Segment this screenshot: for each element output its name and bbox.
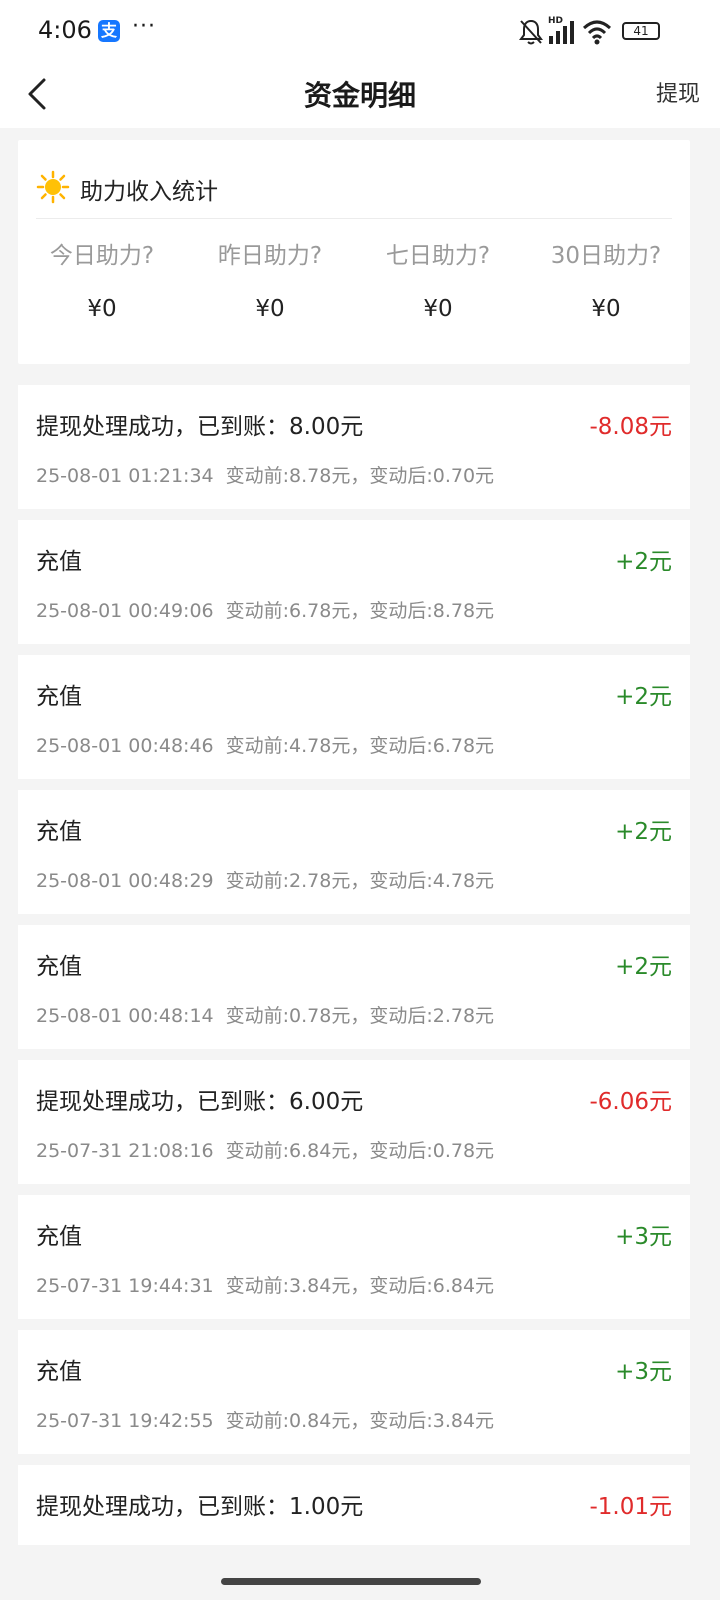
page-title: 资金明细	[303, 79, 416, 112]
transaction-time: 25-08-01 01:21:34	[36, 465, 214, 487]
battery-level: 41	[633, 24, 649, 38]
transaction-amount: -1.01元	[589, 1494, 672, 1520]
transaction-meta: 25-08-01 00:48:46 变动前:4.78元，变动后:6.78元	[36, 731, 506, 758]
transaction-time: 25-08-01 00:48:46	[36, 735, 214, 757]
sun-icon	[36, 170, 70, 204]
stat-value: ¥0	[87, 296, 117, 322]
transaction-row[interactable]: 充值 +3元 25-07-31 19:44:31 变动前:3.84元，变动后:6.…	[18, 1195, 690, 1319]
transaction-meta: 25-07-31 19:44:31 变动前:3.84元，变动后:6.84元	[36, 1271, 506, 1298]
stat-label: 今日助力?	[49, 243, 155, 269]
alipay-icon: 支	[98, 20, 120, 42]
transaction-time: 25-07-31 19:44:31	[36, 1275, 214, 1297]
transaction-meta: 25-08-01 00:48:29 变动前:2.78元，变动后:4.78元	[36, 866, 506, 893]
balance-change: 变动前:2.78元，变动后:4.78元	[225, 870, 495, 892]
transaction-title: 充值	[36, 684, 82, 710]
stat-seven-days[interactable]: 七日助力? ¥0	[354, 236, 522, 346]
mute-bell-icon	[519, 19, 543, 45]
transaction-row[interactable]: 充值 +2元 25-08-01 00:48:14 变动前:0.78元，变动后:2.…	[18, 925, 690, 1049]
transaction-row[interactable]: 提现处理成功，已到账：8.00元 -8.08元 25-08-01 01:21:3…	[18, 385, 690, 509]
balance-change: 变动前:4.78元，变动后:6.78元	[225, 735, 495, 757]
balance-change: 变动前:0.78元，变动后:2.78元	[225, 1005, 495, 1027]
transaction-title: 提现处理成功，已到账：1.00元	[36, 1494, 364, 1520]
transaction-row[interactable]: 充值 +3元 25-07-31 19:42:55 变动前:0.84元，变动后:3.…	[18, 1330, 690, 1454]
transaction-amount: -6.06元	[589, 1089, 672, 1115]
transaction-title: 充值	[36, 819, 82, 845]
transaction-row[interactable]: 充值 +2元 25-08-01 00:49:06 变动前:6.78元，变动后:8.…	[18, 520, 690, 644]
transaction-time: 25-08-01 00:48:14	[36, 1005, 214, 1027]
transaction-amount: +3元	[615, 1359, 672, 1385]
balance-change: 变动前:8.78元，变动后:0.70元	[225, 465, 495, 487]
transaction-amount: +2元	[615, 819, 672, 845]
transaction-meta: 25-07-31 19:42:55 变动前:0.84元，变动后:3.84元	[36, 1406, 506, 1433]
wifi-icon	[582, 20, 612, 45]
transaction-row[interactable]: 提现处理成功，已到账：6.00元 -6.06元 25-07-31 21:08:1…	[18, 1060, 690, 1184]
transaction-meta: 25-08-01 00:48:14 变动前:0.78元，变动后:2.78元	[36, 1001, 506, 1028]
status-bar: 4:06 支 ··· HD 41	[0, 0, 720, 62]
stat-value: ¥0	[591, 296, 621, 322]
transaction-meta: 25-07-31 21:08:16 变动前:6.84元，变动后:0.78元	[36, 1136, 506, 1163]
transaction-title: 充值	[36, 954, 82, 980]
transaction-time: 25-08-01 00:48:29	[36, 870, 214, 892]
stat-label: 昨日助力?	[217, 243, 323, 269]
balance-change: 变动前:3.84元，变动后:6.84元	[225, 1275, 495, 1297]
home-indicator[interactable]	[221, 1578, 481, 1585]
transaction-title: 充值	[36, 1224, 82, 1250]
transaction-row[interactable]: 充值 +2元 25-08-01 00:48:46 变动前:4.78元，变动后:6.…	[18, 655, 690, 779]
transaction-amount: +2元	[615, 549, 672, 575]
balance-change: 变动前:6.78元，变动后:8.78元	[225, 600, 495, 622]
battery-icon: 41	[622, 22, 660, 40]
stats-grid: 今日助力? ¥0 昨日助力? ¥0 七日助力? ¥0 30日助力? ¥0	[18, 236, 690, 346]
income-stats-card: 助力收入统计 今日助力? ¥0 昨日助力? ¥0 七日助力? ¥0 30日助力?…	[18, 140, 690, 364]
stats-title: 助力收入统计	[80, 179, 218, 205]
transaction-row[interactable]: 充值 +2元 25-08-01 00:48:29 变动前:2.78元，变动后:4.…	[18, 790, 690, 914]
status-time: 4:06	[38, 16, 92, 44]
transaction-meta: 25-08-01 01:21:34 变动前:8.78元，变动后:0.70元	[36, 461, 506, 488]
transaction-meta: 25-08-01 00:49:06 变动前:6.78元，变动后:8.78元	[36, 596, 506, 623]
transaction-amount: -8.08元	[589, 414, 672, 440]
stat-label: 七日助力?	[385, 243, 491, 269]
transaction-title: 充值	[36, 549, 82, 575]
transaction-time: 25-07-31 21:08:16	[36, 1140, 214, 1162]
transaction-title: 充值	[36, 1359, 82, 1385]
stat-today[interactable]: 今日助力? ¥0	[18, 236, 186, 346]
transaction-list: 提现处理成功，已到账：8.00元 -8.08元 25-08-01 01:21:3…	[18, 385, 690, 1556]
withdraw-button[interactable]: 提现	[656, 76, 700, 108]
transaction-title: 提现处理成功，已到账：6.00元	[36, 1089, 364, 1115]
transaction-amount: +2元	[615, 954, 672, 980]
stat-value: ¥0	[423, 296, 453, 322]
transaction-row[interactable]: 提现处理成功，已到账：1.00元 -1.01元	[18, 1465, 690, 1545]
status-icons: HD 41	[518, 16, 668, 46]
stat-value: ¥0	[255, 296, 285, 322]
transaction-title: 提现处理成功，已到账：8.00元	[36, 414, 364, 440]
transaction-time: 25-08-01 00:49:06	[36, 600, 214, 622]
navigation-bar: 资金明细 提现	[0, 62, 720, 128]
signal-icon	[549, 21, 574, 44]
transaction-amount: +2元	[615, 684, 672, 710]
transaction-time: 25-07-31 19:42:55	[36, 1410, 214, 1432]
balance-change: 变动前:6.84元，变动后:0.78元	[225, 1140, 495, 1162]
stats-header: 助力收入统计	[36, 170, 672, 219]
transaction-amount: +3元	[615, 1224, 672, 1250]
balance-change: 变动前:0.84元，变动后:3.84元	[225, 1410, 495, 1432]
more-notifications-icon: ···	[132, 14, 156, 39]
stat-thirty-days[interactable]: 30日助力? ¥0	[522, 236, 690, 346]
stat-yesterday[interactable]: 昨日助力? ¥0	[186, 236, 354, 346]
stat-label: 30日助力?	[550, 243, 662, 269]
